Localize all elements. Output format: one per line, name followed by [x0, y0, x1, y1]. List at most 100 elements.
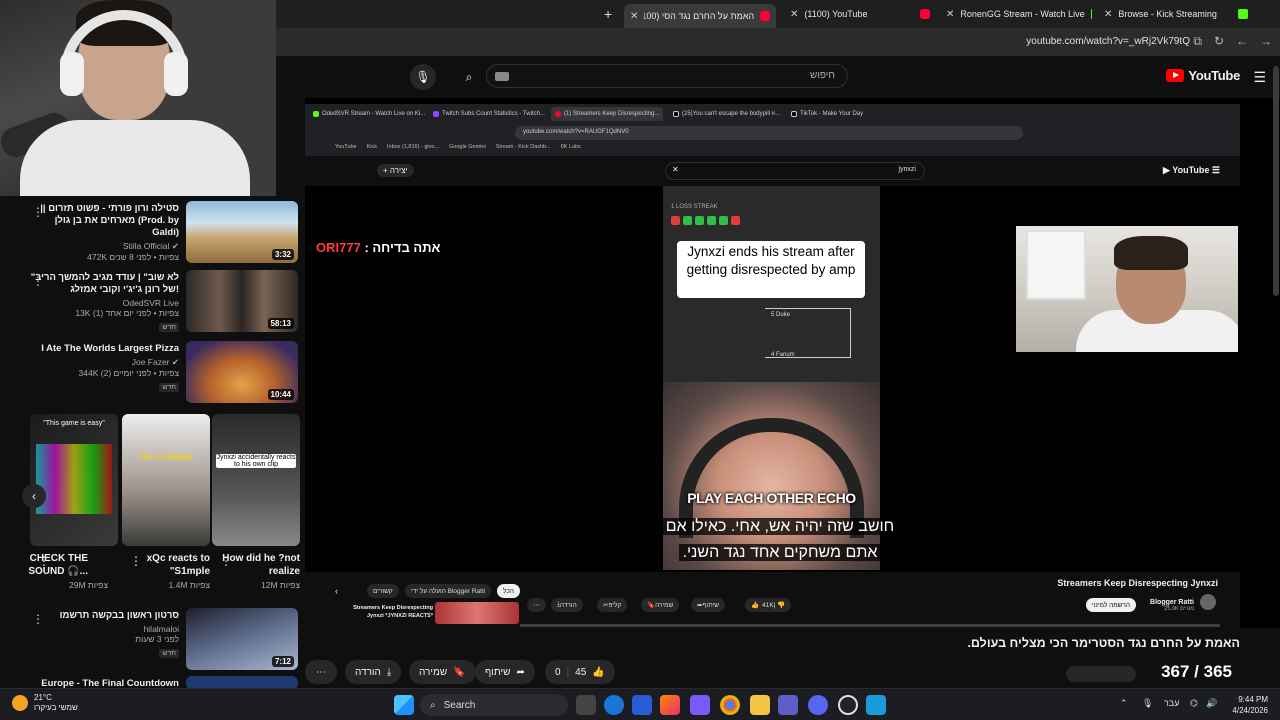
more-options-icon[interactable]: ⋮: [220, 554, 232, 568]
reload-icon[interactable]: ↻: [1214, 34, 1224, 48]
menu-icon[interactable]: ☰: [1253, 69, 1266, 86]
scrollbar[interactable]: [1273, 66, 1279, 296]
duration-badge: 10:44: [267, 389, 294, 400]
close-icon[interactable]: ✕: [790, 9, 798, 20]
inner-share-button: ➦ שיתוף: [691, 598, 725, 612]
close-icon[interactable]: ✕: [1104, 9, 1112, 20]
close-icon[interactable]: ✕: [630, 11, 638, 22]
inner-youtube-header: ✕ jynxzi ▶ YouTube ☰ + יצירה: [305, 156, 1240, 186]
dislike-count[interactable]: 0: [555, 667, 561, 678]
youtube-logo[interactable]: YouTube: [1166, 68, 1240, 83]
network-icon[interactable]: ⌬: [1190, 698, 1198, 709]
video-title[interactable]: I Ate The Worlds Largest Pizza: [0, 343, 179, 355]
tab-youtube[interactable]: ✕ (1100) YouTube: [790, 4, 915, 24]
app-icon[interactable]: [690, 695, 710, 715]
list-item[interactable]: ⋮ סטילה ורון פורתי - פשוט תזרום || מארחי…: [0, 201, 305, 267]
subscribe-button[interactable]: [1066, 666, 1136, 682]
video-thumbnail[interactable]: [186, 676, 298, 688]
store-icon[interactable]: [632, 695, 652, 715]
inner-download-button: ⤓ הורדה: [551, 598, 583, 612]
app-icon[interactable]: [660, 695, 680, 715]
youtube-header: 🎙 ⌕ חיפוש YouTube ☰: [276, 56, 1280, 98]
back-icon[interactable]: ←: [1236, 34, 1248, 48]
list-item[interactable]: Europe - The Final Countdown: [0, 676, 305, 688]
microphone-icon[interactable]: 🎙: [1142, 698, 1153, 709]
channel-name[interactable]: OdedSVR Live: [29, 298, 179, 308]
chrome-icon[interactable]: [720, 695, 740, 715]
obs-icon[interactable]: [838, 695, 858, 715]
list-item[interactable]: ⋮ "לא שוב" | עודד מגיב להמשך הריב של רונ…: [0, 270, 305, 336]
teams-icon[interactable]: [778, 695, 798, 715]
duration-badge: 58:13: [267, 318, 294, 329]
reactor-webcam: [1016, 226, 1238, 352]
chevron-up-icon[interactable]: ⌃: [1120, 698, 1128, 709]
download-button[interactable]: הורדה ⤓: [345, 660, 402, 684]
file-explorer-icon[interactable]: [750, 695, 770, 715]
search-icon[interactable]: ⌕: [456, 64, 482, 90]
more-options-icon[interactable]: ⋮: [130, 554, 142, 568]
channel-name[interactable]: Stilla Official: [123, 241, 170, 251]
search-input[interactable]: חיפוש: [486, 64, 848, 88]
channel-name[interactable]: Joe Fazer: [132, 357, 170, 367]
app-icon[interactable]: [866, 695, 886, 715]
shelf-prev-arrow-icon[interactable]: ‹: [22, 484, 46, 508]
bracket-label: 5 Duke: [771, 312, 791, 318]
taskbar-search[interactable]: ⌕ Search: [420, 694, 568, 716]
forward-icon[interactable]: →: [1260, 34, 1272, 48]
search-label: Search: [443, 699, 476, 711]
edge-icon[interactable]: [604, 695, 624, 715]
clock[interactable]: 9:44 PM 4/24/2026: [1232, 694, 1268, 716]
list-item[interactable]: I Ate The Worlds Largest Pizza Joe Fazer…: [0, 341, 305, 407]
streamer-webcam: [0, 0, 276, 196]
video-title[interactable]: סרטון ראשון בבקשה תרשמו: [29, 610, 179, 622]
discord-icon[interactable]: [808, 695, 828, 715]
share-button[interactable]: שיתוף ➦: [475, 660, 535, 684]
video-title[interactable]: "לא שוב" | עודד מגיב להמשך הריב של רונן …: [29, 272, 179, 296]
inner-subscribe-button: הרשמה למינוי: [1085, 598, 1136, 612]
voice-search-icon[interactable]: 🎙: [410, 64, 436, 90]
list-item[interactable]: ⋮ סרטון ראשון בבקשה תרשמו hilalmaloi לפנ…: [0, 608, 305, 674]
bookmark: Google Gemini: [449, 144, 486, 150]
short-thumbnail[interactable]: Jynxzi accidentally reacts to his own cl…: [212, 414, 300, 546]
short-thumbnail[interactable]: "This game is easy": [30, 414, 118, 546]
weather-widget[interactable]: 21°C שמשי בעיקרו: [12, 693, 78, 713]
bookmark: 6K Labs: [560, 144, 581, 150]
overlay-text: PLAY EACH OTHER ECHO: [687, 490, 856, 506]
video-title[interactable]: סטילה ורון פורתי - פשוט תזרום || מארחים …: [29, 203, 179, 239]
url-field[interactable]: youtube.com/watch?v=_wRj2Vk79tQ: [1026, 36, 1190, 47]
inner-tab: (25)You can't escape the bodypill #...: [673, 107, 780, 121]
video-thumbnail[interactable]: 10:44: [186, 341, 298, 403]
like-count[interactable]: 45: [575, 667, 586, 678]
save-label: שמירה: [419, 666, 448, 678]
save-button[interactable]: שמירה 🔖: [409, 660, 476, 684]
new-tab-button[interactable]: +: [604, 6, 612, 22]
task-view-icon[interactable]: [576, 695, 596, 715]
inner-next-thumbnail: [435, 602, 519, 624]
translate-icon[interactable]: ⧉: [1193, 34, 1202, 49]
view-count: 472K צפיות • לפני 8 שנים: [87, 252, 179, 262]
bookmark-icon: 🔖: [453, 666, 466, 678]
channel-name[interactable]: hilalmaloi: [29, 624, 179, 634]
video-title[interactable]: Europe - The Final Countdown: [0, 678, 179, 688]
short-thumbnail[interactable]: This is probably: [122, 414, 210, 546]
more-actions-button[interactable]: ⋯: [305, 660, 337, 684]
tab-kick-ronengg[interactable]: ✕ RonenGG Stream - Watch Live: [946, 4, 1092, 24]
tab-kick-browse[interactable]: ✕ Browse - Kick Streaming: [1104, 4, 1252, 24]
start-icon[interactable]: [394, 695, 414, 715]
video-thumbnail[interactable]: 58:13: [186, 270, 298, 332]
video-thumbnail[interactable]: 3:32: [186, 201, 298, 263]
progress-track[interactable]: [520, 624, 1220, 627]
kick-icon: [1238, 9, 1249, 19]
more-options-icon[interactable]: ⋮: [38, 554, 50, 568]
video-thumbnail[interactable]: 7:12: [186, 608, 298, 670]
tab-title: (1100) YouTube: [804, 9, 868, 19]
volume-icon[interactable]: 🔊: [1206, 698, 1217, 709]
thumbs-up-icon[interactable]: 👍: [592, 667, 604, 678]
close-icon[interactable]: ✕: [946, 9, 954, 20]
view-count: 344K צפיות • לפני יומיים (2): [78, 368, 179, 378]
keyboard-icon[interactable]: [495, 72, 509, 81]
language-indicator[interactable]: עבר: [1164, 698, 1179, 708]
short-caption: This is probably: [139, 454, 193, 461]
tab-active-youtube[interactable]: ✕ האמת על החרם נגד הסי (1100): [624, 4, 776, 28]
subtitle-line: חושב שזה יהיה אש, אחי. כאילו אם: [661, 518, 899, 535]
